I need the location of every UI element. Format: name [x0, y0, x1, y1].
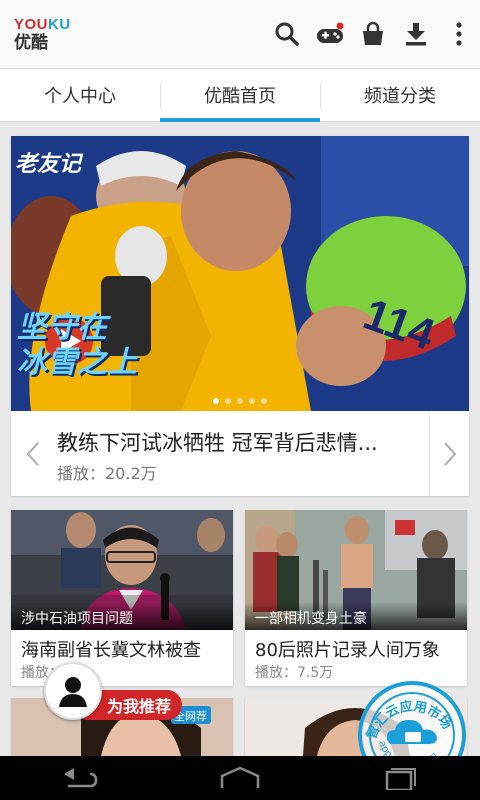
banner-watermark: 老友记 [15, 152, 82, 177]
banner-info: 教练下河试冰牺牲 冠军背后悲情... 播放：20.2万 [11, 411, 469, 496]
video-caption: 涉中石油项目问题 [11, 602, 233, 630]
back-button[interactable] [50, 756, 110, 800]
logo-english: YOUKU [14, 17, 71, 32]
video-title[interactable]: 海南副省长冀文林被查 [21, 636, 201, 662]
gamepad-icon [316, 22, 343, 43]
header-actions [265, 0, 480, 68]
recent-apps-icon [385, 768, 416, 790]
carousel-dot [213, 398, 219, 404]
chevron-right-icon [443, 441, 456, 466]
logo-chinese: 优酷 [14, 32, 48, 53]
video-caption: 一部相机变身土豪 [245, 602, 467, 630]
tab-youku-home[interactable]: 优酷首页 [160, 69, 320, 122]
back-arrow-icon [64, 768, 98, 788]
banner-play-count: 播放：20.2万 [57, 464, 157, 483]
banner-image[interactable]: 114 老友记 坚守在 冰雪之上 [11, 136, 469, 411]
overflow-menu-button[interactable] [437, 0, 480, 68]
overflow-menu-icon [455, 22, 462, 46]
carousel-dot [261, 398, 267, 404]
banner-next-button[interactable] [429, 411, 469, 496]
youku-app-screen: YOUKU 优酷 个人中心 优酷首页 频道分类 114 老友记 坚守在 冰雪之上… [0, 0, 480, 800]
video-title[interactable]: 80后照片记录人间万象 [255, 636, 440, 662]
recent-apps-button[interactable] [370, 756, 430, 800]
logo-text-ku: KU [48, 15, 71, 33]
game-center-button[interactable] [308, 0, 351, 68]
download-icon [405, 23, 426, 46]
youku-logo[interactable]: YOUKU 优酷 [14, 17, 71, 52]
shop-button[interactable] [351, 0, 394, 68]
download-button[interactable] [394, 0, 437, 68]
user-avatar-button[interactable] [44, 662, 102, 720]
carousel-indicator [11, 398, 469, 404]
shopping-bag-icon [362, 21, 383, 45]
logo-text-you: YOU [14, 15, 49, 33]
featured-banner[interactable]: 114 老友记 坚守在 冰雪之上 教练下河试冰牺牲 冠军背后悲情... 播放：2… [11, 136, 469, 496]
banner-prev-button[interactable] [13, 411, 53, 496]
carousel-dot [237, 398, 243, 404]
banner-overlay-line1: 坚守在 [17, 310, 107, 345]
home-button[interactable] [210, 756, 270, 800]
tab-channel-categories[interactable]: 频道分类 [320, 69, 480, 121]
search-icon [275, 22, 299, 46]
video-thumbnail[interactable]: 一部相机变身土豪 [245, 510, 467, 630]
search-button[interactable] [265, 0, 308, 68]
chevron-left-icon [26, 441, 39, 466]
banner-title[interactable]: 教练下河试冰牺牲 冠军背后悲情... [57, 427, 427, 457]
tab-personal-center[interactable]: 个人中心 [0, 69, 160, 121]
video-card[interactable]: 一部相机变身土豪 80后照片记录人间万象 播放：7.5万 [245, 510, 467, 686]
carousel-dot [249, 398, 255, 404]
tab-bar: 个人中心 优酷首页 频道分类 [0, 68, 480, 122]
video-thumbnail[interactable]: 涉中石油项目问题 [11, 510, 233, 630]
banner-overlay-text: 坚守在 冰雪之上 [17, 310, 137, 380]
banner-overlay-line2: 冰雪之上 [17, 344, 137, 380]
home-icon [220, 766, 260, 788]
system-navigation-bar [0, 756, 480, 800]
user-silhouette-icon [59, 677, 87, 707]
app-header: YOUKU 优酷 [0, 0, 480, 68]
carousel-dot [225, 398, 231, 404]
video-card[interactable]: 涉中石油项目问题 海南副省长冀文林被查 播放： [11, 510, 233, 686]
video-play-count: 播放：7.5万 [255, 665, 334, 681]
